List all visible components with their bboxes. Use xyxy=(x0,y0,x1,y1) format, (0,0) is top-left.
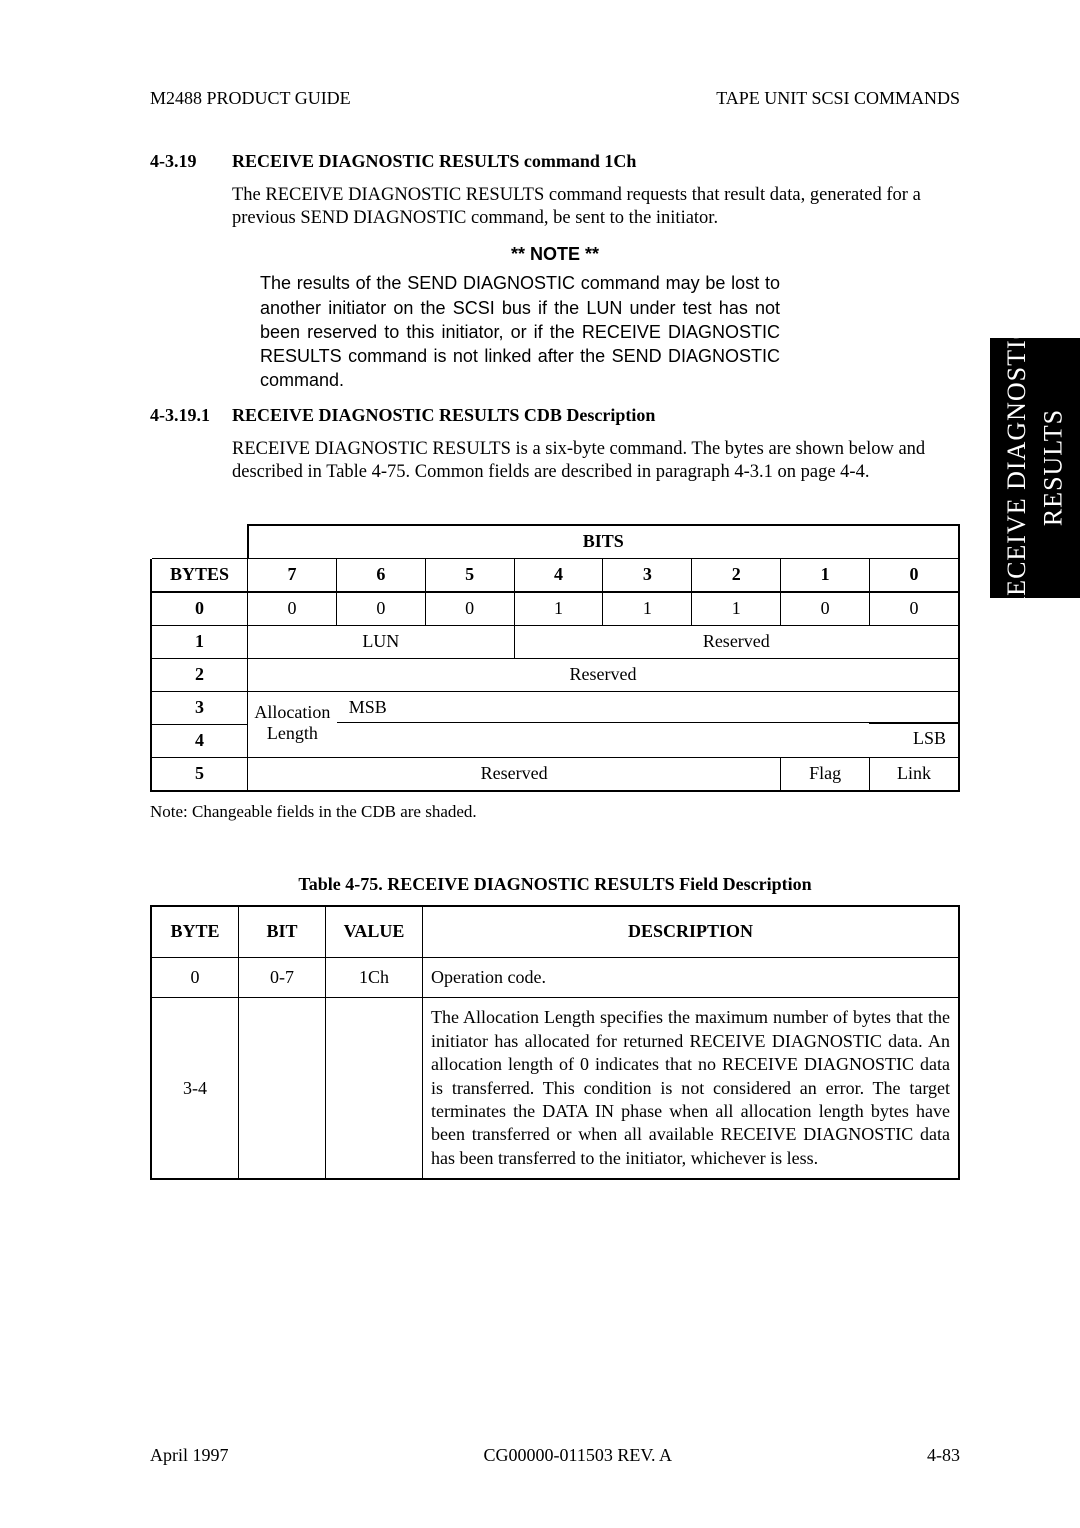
section-paragraph: The RECEIVE DIAGNOSTIC RESULTS command r… xyxy=(232,184,960,230)
cdb-cell: 1 xyxy=(514,592,603,626)
value-cell xyxy=(326,998,423,1179)
byte-cell: 3-4 xyxy=(151,998,239,1179)
subsection-title: RECEIVE DIAGNOSTIC RESULTS CDB Descripti… xyxy=(232,405,655,426)
reserved-field: Reserved xyxy=(248,757,781,791)
section-number: 4-3.19 xyxy=(150,151,232,172)
col-header: BIT xyxy=(239,906,326,958)
cdb-cell: 0 xyxy=(336,592,425,626)
bit-col-header: 7 xyxy=(248,558,337,592)
note-header: ** NOTE ** xyxy=(150,244,960,265)
bit-col-header: 2 xyxy=(692,558,781,592)
bytes-header: BYTES xyxy=(151,558,248,592)
bit-col-header: 3 xyxy=(603,558,692,592)
page: M2488 PRODUCT GUIDE TAPE UNIT SCSI COMMA… xyxy=(0,0,1080,1528)
byte-index: 1 xyxy=(151,625,248,658)
byte-cell: 0 xyxy=(151,957,239,997)
section-title: RECEIVE DIAGNOSTIC RESULTS command 1Ch xyxy=(232,151,636,172)
footer-center: CG00000-011503 REV. A xyxy=(483,1445,672,1466)
value-cell: 1Ch xyxy=(326,957,423,997)
byte-index: 5 xyxy=(151,757,248,791)
reserved-field: Reserved xyxy=(514,625,959,658)
cdb-cell: 0 xyxy=(425,592,514,626)
side-tab-line2: RESULTS xyxy=(1038,409,1067,526)
field-table-caption: Table 4-75. RECEIVE DIAGNOSTIC RESULTS F… xyxy=(150,874,960,895)
byte-index: 0 xyxy=(151,592,248,626)
cdb-table: BITS BYTES 7 6 5 4 3 2 1 0 0 0 0 0 1 1 1 xyxy=(150,524,960,792)
bit-col-header: 1 xyxy=(781,558,870,592)
bits-header: BITS xyxy=(248,525,959,559)
reserved-field: Reserved xyxy=(248,658,959,691)
side-tab-line1: RECEIVE DIAGNOSTIC xyxy=(1002,321,1031,614)
header-right: TAPE UNIT SCSI COMMANDS xyxy=(716,88,960,109)
cdb-cell: 0 xyxy=(248,592,337,626)
cdb-row: 3 MSB Allocation Length LSB xyxy=(151,691,959,724)
cdb-cell: 1 xyxy=(603,592,692,626)
cdb-row: 0 0 0 0 1 1 1 0 0 xyxy=(151,592,959,626)
bit-col-header: 0 xyxy=(870,558,959,592)
bit-cell xyxy=(239,998,326,1179)
bit-cell: 0-7 xyxy=(239,957,326,997)
lsb-label: LSB xyxy=(869,723,958,753)
description-cell: Operation code. xyxy=(423,957,960,997)
page-header: M2488 PRODUCT GUIDE TAPE UNIT SCSI COMMA… xyxy=(150,88,960,109)
cdb-cell: 0 xyxy=(870,592,959,626)
subsection-number: 4-3.19.1 xyxy=(150,405,232,426)
allocation-length-field: Allocation Length xyxy=(248,693,337,753)
cdb-row: 1 LUN Reserved xyxy=(151,625,959,658)
cdb-cell: 1 xyxy=(692,592,781,626)
footer-left: April 1997 xyxy=(150,1445,229,1466)
flag-field: Flag xyxy=(781,757,870,791)
note-body: The results of the SEND DIAGNOSTIC comma… xyxy=(260,271,780,392)
cdb-table-note: Note: Changeable fields in the CDB are s… xyxy=(150,802,960,822)
col-header: VALUE xyxy=(326,906,423,958)
description-cell: The Allocation Length specifies the maxi… xyxy=(423,998,960,1179)
bit-col-header: 6 xyxy=(336,558,425,592)
side-tab: RECEIVE DIAGNOSTIC RESULTS xyxy=(990,338,1080,598)
lun-field: LUN xyxy=(248,625,515,658)
col-header: DESCRIPTION xyxy=(423,906,960,958)
msb-label: MSB xyxy=(337,693,869,723)
cdb-cell: 0 xyxy=(781,592,870,626)
col-header: BYTE xyxy=(151,906,239,958)
footer-right: 4-83 xyxy=(927,1445,960,1466)
bit-col-header: 4 xyxy=(514,558,603,592)
cdb-table-wrap: BITS BYTES 7 6 5 4 3 2 1 0 0 0 0 0 1 1 1 xyxy=(150,524,960,822)
cdb-row: 5 Reserved Flag Link xyxy=(151,757,959,791)
header-left: M2488 PRODUCT GUIDE xyxy=(150,88,351,109)
section-heading: 4-3.19 RECEIVE DIAGNOSTIC RESULTS comman… xyxy=(150,151,960,172)
link-field: Link xyxy=(870,757,959,791)
table-row: 0 0-7 1Ch Operation code. xyxy=(151,957,959,997)
page-footer: April 1997 CG00000-011503 REV. A 4-83 xyxy=(150,1445,960,1466)
byte-index: 3 xyxy=(151,691,248,724)
table-row: 3-4 The Allocation Length specifies the … xyxy=(151,998,959,1179)
byte-index: 2 xyxy=(151,658,248,691)
bit-col-header: 5 xyxy=(425,558,514,592)
byte-index: 4 xyxy=(151,724,248,757)
field-description-table: BYTE BIT VALUE DESCRIPTION 0 0-7 1Ch Ope… xyxy=(150,905,960,1180)
cdb-row: 2 Reserved xyxy=(151,658,959,691)
subsection-heading: 4-3.19.1 RECEIVE DIAGNOSTIC RESULTS CDB … xyxy=(150,405,960,426)
subsection-paragraph: RECEIVE DIAGNOSTIC RESULTS is a six-byte… xyxy=(232,438,960,484)
